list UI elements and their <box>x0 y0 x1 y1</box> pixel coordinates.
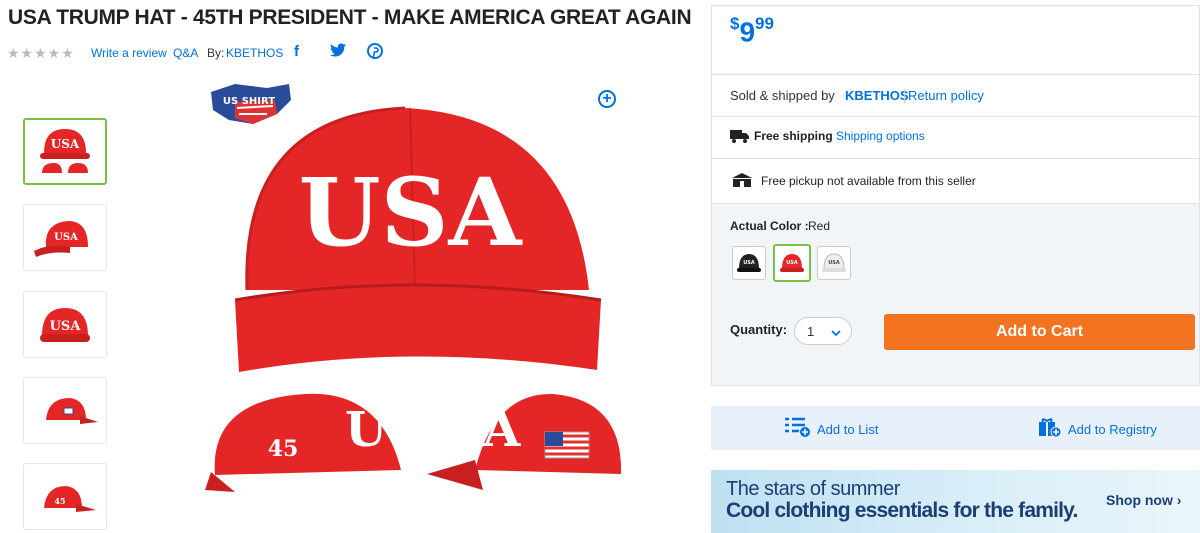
write-review-link[interactable]: Write a review <box>91 46 167 60</box>
thumbnail-1[interactable]: USA <box>23 118 107 185</box>
twitter-icon[interactable] <box>330 43 346 62</box>
list-add-icon <box>785 416 811 443</box>
svg-text:USA: USA <box>828 260 840 266</box>
shipping-options-link[interactable]: Shipping options <box>836 129 925 143</box>
hat-thumbnail-image: USA <box>40 128 90 173</box>
truck-icon <box>730 128 750 149</box>
seller-link[interactable]: KBETHOS <box>845 88 909 103</box>
return-policy-link[interactable]: Return policy <box>908 88 984 103</box>
hat-front-text: USA <box>299 158 523 268</box>
svg-text:US SHIRT: US SHIRT <box>223 96 275 107</box>
seller-row: Sold & shipped by KBETHOS Return policy <box>712 75 1199 117</box>
svg-text:USA: USA <box>786 260 798 266</box>
quantity-label: Quantity: <box>730 322 788 337</box>
price-row: $999 <box>712 6 1199 75</box>
rating-stars[interactable]: ★★★★★ <box>7 45 75 62</box>
svg-text:U: U <box>345 402 387 458</box>
svg-text:USA: USA <box>743 260 755 266</box>
zoom-icon[interactable]: + <box>598 90 616 108</box>
color-label: Actual Color : <box>730 219 809 233</box>
add-to-cart-button[interactable]: Add to Cart <box>884 314 1195 350</box>
hat-thumbnail-image: 45 <box>44 485 96 512</box>
buy-box: $999 Sold & shipped by KBETHOS Return po… <box>711 5 1200 386</box>
shipping-row: Free shipping Shipping options <box>712 117 1199 159</box>
thumbnail-5[interactable]: 45 <box>23 463 107 530</box>
sold-by-label: Sold & shipped by <box>730 88 835 103</box>
color-value: Red <box>808 219 831 233</box>
brand-link[interactable]: KBETHOS <box>226 46 283 60</box>
swatch-white[interactable]: USA <box>817 246 851 280</box>
swatch-red[interactable]: USA <box>773 244 811 282</box>
svg-text:USA: USA <box>50 319 82 334</box>
facebook-icon[interactable]: f <box>294 43 299 60</box>
chevron-down-icon <box>831 325 841 340</box>
main-product-image[interactable]: US SHIRT USA 45 U A <box>205 80 625 500</box>
divider <box>904 89 905 103</box>
quantity-select[interactable]: 1 <box>794 317 852 345</box>
svg-text:USA: USA <box>51 137 80 151</box>
hat-thumbnail-image: USA <box>34 220 88 257</box>
hat-thumbnail-image: USA <box>40 307 90 342</box>
thumbnail-3[interactable]: USA <box>23 291 107 358</box>
svg-text:USA: USA <box>54 232 78 243</box>
by-label: By: <box>207 46 225 60</box>
page-title: USA TRUMP HAT - 45TH PRESIDENT - MAKE AM… <box>8 6 692 29</box>
flag-patch <box>544 431 590 459</box>
price: $999 <box>730 14 774 48</box>
store-icon <box>732 173 752 192</box>
banner-line-1: The stars of summer <box>726 478 900 500</box>
hat-side-number: 45 <box>268 436 299 462</box>
summer-promo-banner[interactable]: The stars of summer Cool clothing essent… <box>711 470 1200 533</box>
thumbnail-2[interactable]: USA <box>23 204 107 271</box>
qa-link[interactable]: Q&A <box>173 46 198 60</box>
pickup-label: Free pickup not available from this sell… <box>761 174 976 188</box>
swatch-black[interactable]: USA <box>732 246 766 280</box>
quantity-value: 1 <box>807 323 815 339</box>
shop-now-link[interactable]: Shop now › <box>1106 492 1181 508</box>
add-to-list-label: Add to List <box>817 422 879 437</box>
add-to-registry-label: Add to Registry <box>1068 422 1157 437</box>
pickup-row: Free pickup not available from this sell… <box>712 159 1199 204</box>
svg-text:45: 45 <box>54 496 65 506</box>
svg-text:A: A <box>482 402 521 458</box>
hat-thumbnail-image <box>46 397 98 424</box>
us-shirt-logo: US SHIRT <box>211 84 291 124</box>
pinterest-icon[interactable] <box>367 43 383 64</box>
thumbnail-4[interactable] <box>23 377 107 444</box>
add-to-registry-button[interactable]: Add to Registry <box>1038 416 1157 443</box>
add-to-list-button[interactable]: Add to List <box>785 416 878 443</box>
gift-add-icon <box>1038 416 1062 443</box>
list-registry-bar: Add to List Add to Registry <box>711 406 1200 450</box>
free-shipping-label: Free shipping <box>754 129 833 143</box>
banner-line-2: Cool clothing essentials for the family. <box>726 499 1078 522</box>
